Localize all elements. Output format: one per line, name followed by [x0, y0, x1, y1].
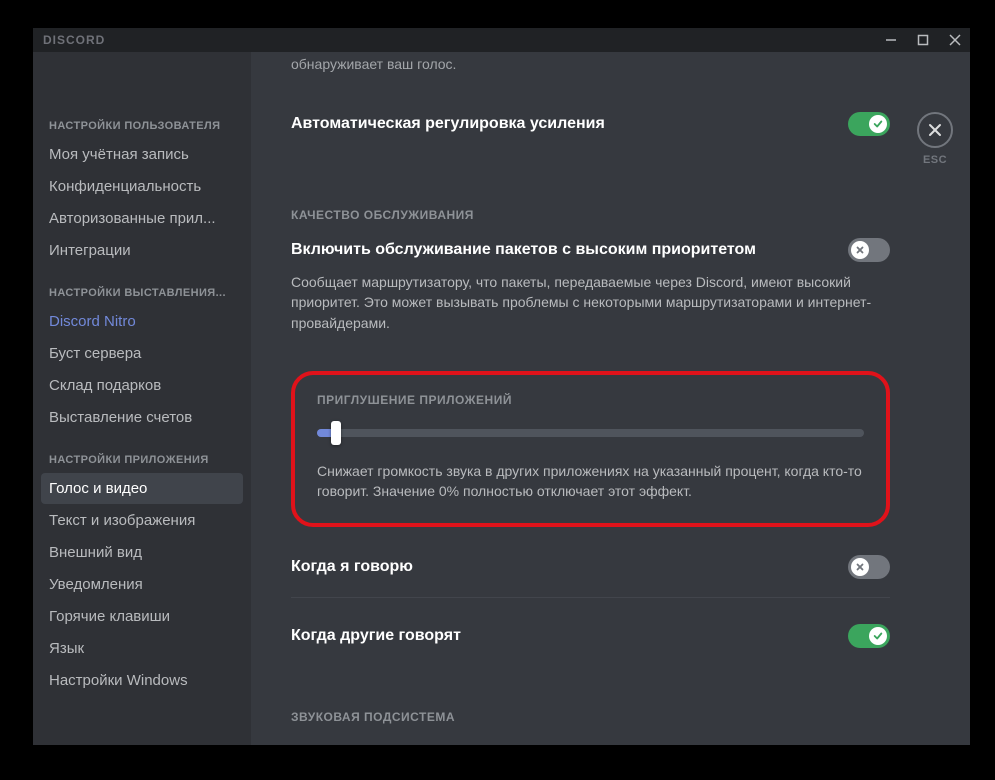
sidebar-item-integrations[interactable]: Интеграции [41, 235, 243, 266]
qos-desc: Сообщает маршрутизатору, что пакеты, пер… [291, 272, 890, 333]
attenuation-desc: Снижает громкость звука в других приложе… [317, 461, 864, 502]
close-icon [917, 112, 953, 148]
toggle-when-others-speak[interactable] [848, 624, 890, 648]
sidebar-item-keybinds[interactable]: Горячие клавиши [41, 601, 243, 632]
partial-prev-desc: обнаруживает ваш голос. [291, 52, 890, 72]
sidebar-item-authorized-apps[interactable]: Авторизованные прил... [41, 203, 243, 234]
window-buttons [884, 33, 970, 47]
attenuation-header: ПРИГЛУШЕНИЕ ПРИЛОЖЕНИЙ [317, 393, 864, 407]
sidebar-section-billing: НАСТРОЙКИ ВЫСТАВЛЕНИЯ... [41, 267, 243, 305]
toggle-when-i-speak[interactable] [848, 555, 890, 579]
close-settings-button[interactable]: ESC [910, 112, 960, 166]
close-window-button[interactable] [948, 33, 962, 47]
row-when-i-speak: Когда я говорю [291, 555, 890, 579]
attenuation-highlight: ПРИГЛУШЕНИЕ ПРИЛОЖЕНИЙ Снижает громкость… [291, 371, 890, 528]
sidebar-item-notifications[interactable]: Уведомления [41, 569, 243, 600]
sidebar-item-privacy[interactable]: Конфиденциальность [41, 171, 243, 202]
sidebar-item-appearance[interactable]: Внешний вид [41, 537, 243, 568]
settings-sidebar: НАСТРОЙКИ ПОЛЬЗОВАТЕЛЯ Моя учётная запис… [33, 52, 251, 745]
window-frame: DISCORD НАСТРОЙКИ ПОЛЬЗОВАТЕЛЯ Моя учётн… [0, 0, 995, 780]
row-agc: Автоматическая регулировка усиления [291, 112, 890, 136]
when-others-speak-title: Когда другие говорят [291, 627, 461, 645]
row-qos: Включить обслуживание пакетов с высоким … [291, 238, 890, 262]
sidebar-item-language[interactable]: Язык [41, 633, 243, 664]
subsystem-header: ЗВУКОВАЯ ПОДСИСТЕМА [291, 710, 890, 724]
agc-title: Автоматическая регулировка усиления [291, 115, 605, 133]
esc-label: ESC [923, 154, 947, 166]
row-when-others-speak: Когда другие говорят [291, 624, 890, 648]
toggle-agc[interactable] [848, 112, 890, 136]
sidebar-item-text-images[interactable]: Текст и изображения [41, 505, 243, 536]
slider-thumb[interactable] [331, 421, 341, 445]
settings-content: обнаруживает ваш голос. Автоматическая р… [251, 52, 970, 745]
sidebar-item-server-boost[interactable]: Буст сервера [41, 338, 243, 369]
sidebar-section-app: НАСТРОЙКИ ПРИЛОЖЕНИЯ [41, 434, 243, 472]
slider-track [317, 429, 864, 437]
sidebar-item-voice-video[interactable]: Голос и видео [41, 473, 243, 504]
titlebar: DISCORD [33, 28, 970, 52]
sidebar-item-gift-inventory[interactable]: Склад подарков [41, 370, 243, 401]
app-brand: DISCORD [43, 33, 105, 47]
app-body: НАСТРОЙКИ ПОЛЬЗОВАТЕЛЯ Моя учётная запис… [33, 52, 970, 745]
when-i-speak-title: Когда я говорю [291, 558, 413, 576]
sidebar-item-windows-settings[interactable]: Настройки Windows [41, 665, 243, 696]
sidebar-item-account[interactable]: Моя учётная запись [41, 139, 243, 170]
settings-scroll[interactable]: обнаруживает ваш голос. Автоматическая р… [251, 52, 970, 745]
attenuation-slider[interactable] [317, 423, 864, 443]
maximize-button[interactable] [916, 33, 930, 47]
qos-title: Включить обслуживание пакетов с высоким … [291, 241, 756, 259]
toggle-qos[interactable] [848, 238, 890, 262]
qos-header: КАЧЕСТВО ОБСЛУЖИВАНИЯ [291, 208, 890, 222]
sidebar-item-billing[interactable]: Выставление счетов [41, 402, 243, 433]
minimize-button[interactable] [884, 33, 898, 47]
sidebar-section-user: НАСТРОЙКИ ПОЛЬЗОВАТЕЛЯ [41, 70, 243, 138]
sidebar-item-nitro[interactable]: Discord Nitro [41, 306, 243, 337]
divider [291, 597, 890, 598]
